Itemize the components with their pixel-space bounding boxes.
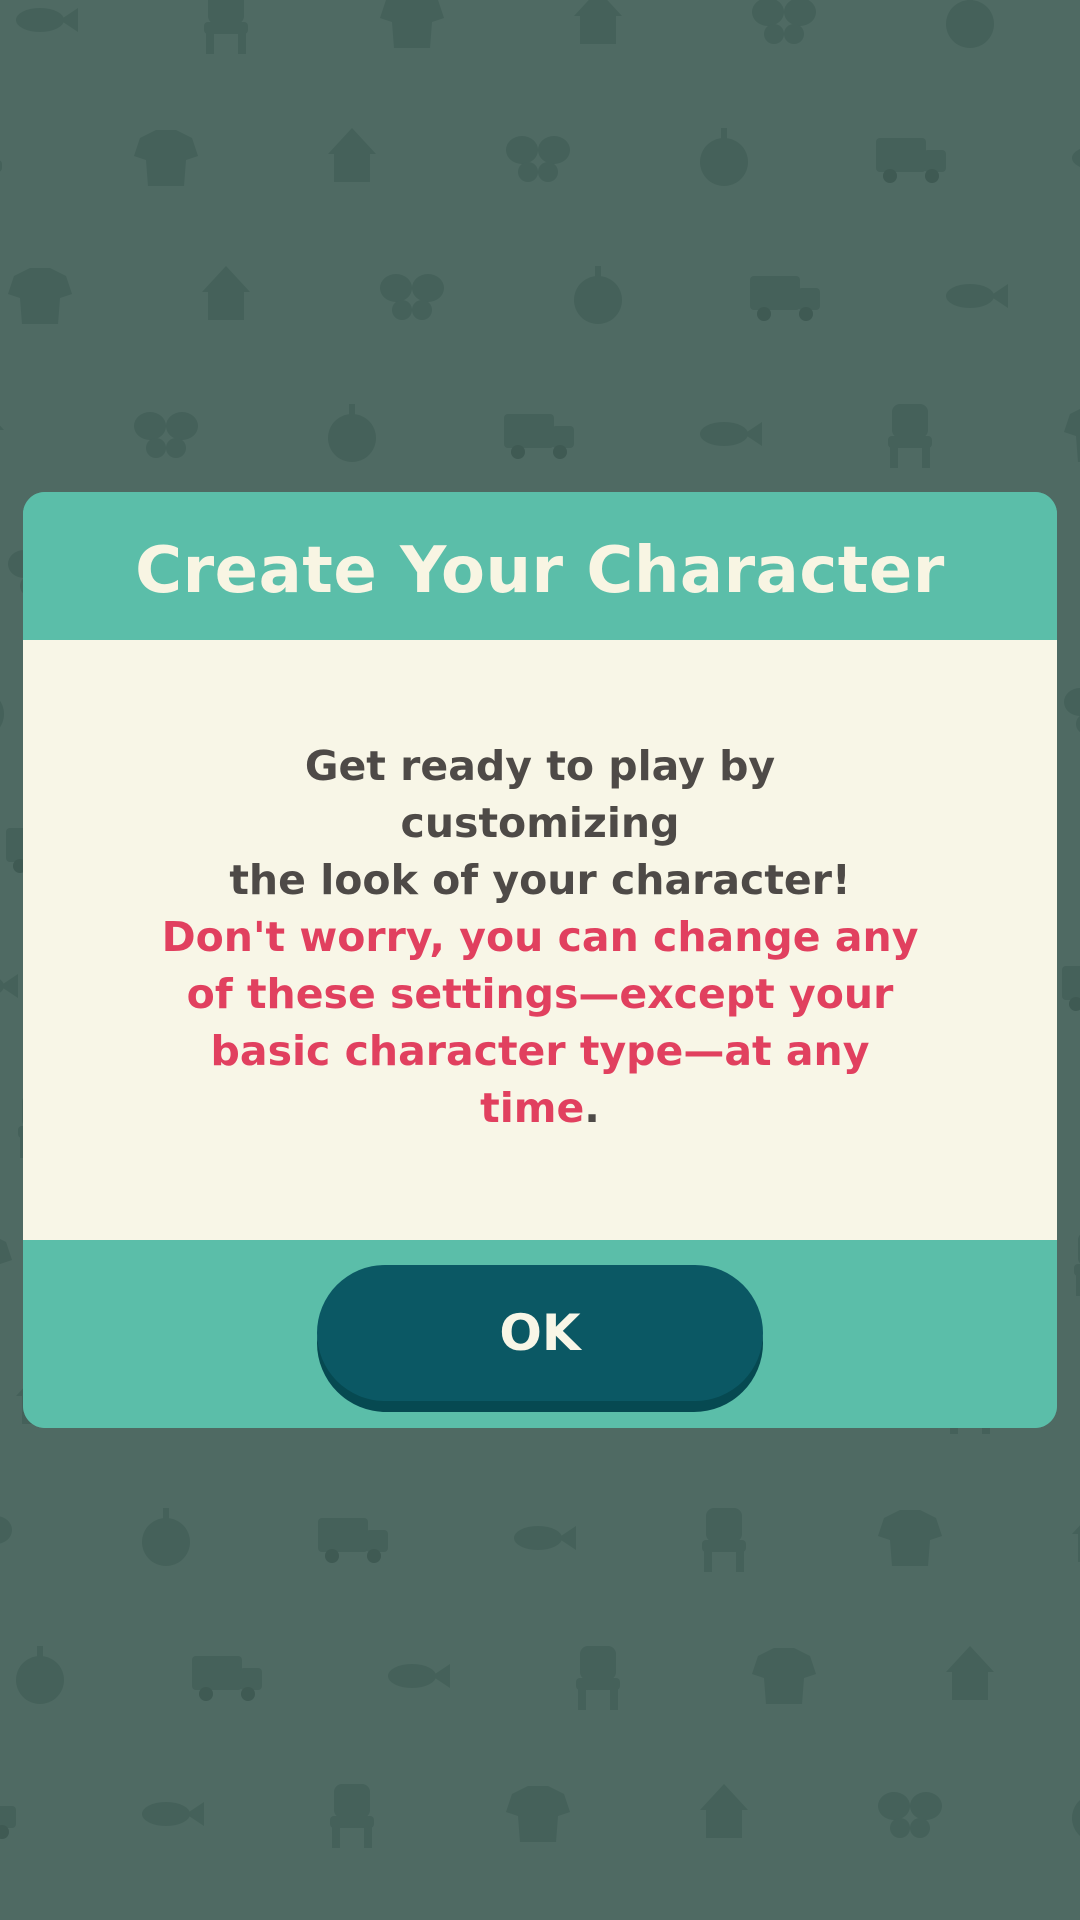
truck-icon: [318, 1518, 388, 1563]
shirt-icon: [8, 268, 72, 324]
fish-icon: [1072, 146, 1080, 170]
note-line-3-wrapper: basic character type—at any time.: [160, 1023, 920, 1137]
dialog-header: Create Your Character: [23, 492, 1057, 640]
shirt-icon: [752, 1648, 816, 1704]
fish-icon: [0, 974, 18, 998]
note-period: .: [584, 1083, 600, 1132]
house-icon: [202, 266, 250, 320]
truck-icon: [192, 1656, 262, 1701]
fruit-icon: [1072, 1784, 1080, 1842]
shirt-icon: [134, 130, 198, 186]
truck-icon: [1062, 966, 1080, 1011]
shirt-icon: [380, 0, 444, 48]
fish-icon: [700, 422, 762, 446]
butterfly-icon: [0, 1516, 12, 1562]
butterfly-icon: [752, 0, 816, 44]
shirt-icon: [878, 1510, 942, 1566]
chair-icon: [888, 404, 932, 468]
truck-icon: [750, 276, 820, 321]
fruit-icon: [142, 1508, 190, 1566]
chair-icon: [330, 1784, 374, 1848]
chair-icon: [0, 128, 2, 192]
note-line-3: basic character type—at any time: [210, 1026, 870, 1132]
note-line-1: Don't worry, you can change any: [161, 912, 919, 961]
chair-icon: [204, 0, 248, 54]
fruit-icon: [700, 128, 748, 186]
chair-icon: [1074, 1232, 1080, 1296]
chair-icon: [702, 1508, 746, 1572]
truck-icon: [504, 414, 574, 459]
fish-icon: [946, 284, 1008, 308]
butterfly-icon: [134, 412, 198, 458]
dialog-title: Create Your Character: [135, 534, 945, 608]
truck-icon: [0, 1794, 16, 1839]
truck-icon: [876, 138, 946, 183]
shirt-icon: [1064, 406, 1080, 462]
fish-icon: [142, 1802, 204, 1826]
house-icon: [328, 128, 376, 182]
message-line-2: the look of your character!: [229, 855, 851, 904]
dialog-footer: OK: [23, 1240, 1057, 1428]
fruit-icon: [328, 404, 376, 462]
butterfly-icon: [506, 136, 570, 182]
butterfly-icon: [380, 274, 444, 320]
fruit-icon: [0, 680, 4, 738]
fruit-icon: [16, 1646, 64, 1704]
house-icon: [0, 404, 4, 458]
house-icon: [946, 1646, 994, 1700]
message-line-1: Get ready to play by customizing: [304, 741, 776, 847]
dialog-message: Get ready to play by customizing the loo…: [160, 738, 920, 1137]
fish-icon: [388, 1664, 450, 1688]
chair-icon: [576, 1646, 620, 1710]
create-character-dialog: Create Your Character Get ready to play …: [23, 492, 1057, 1428]
butterfly-icon: [1064, 688, 1080, 734]
note-line-2: of these settings—except your: [186, 969, 894, 1018]
shirt-icon: [0, 1234, 12, 1290]
shirt-icon: [506, 1786, 570, 1842]
house-icon: [574, 0, 622, 44]
fruit-icon: [574, 266, 622, 324]
ok-button[interactable]: OK: [317, 1265, 763, 1401]
dialog-body: Get ready to play by customizing the loo…: [23, 640, 1057, 1240]
fruit-icon: [946, 0, 994, 48]
fish-icon: [16, 8, 78, 32]
house-icon: [700, 1784, 748, 1838]
house-icon: [1072, 1508, 1080, 1562]
butterfly-icon: [878, 1792, 942, 1838]
fish-icon: [514, 1526, 576, 1550]
